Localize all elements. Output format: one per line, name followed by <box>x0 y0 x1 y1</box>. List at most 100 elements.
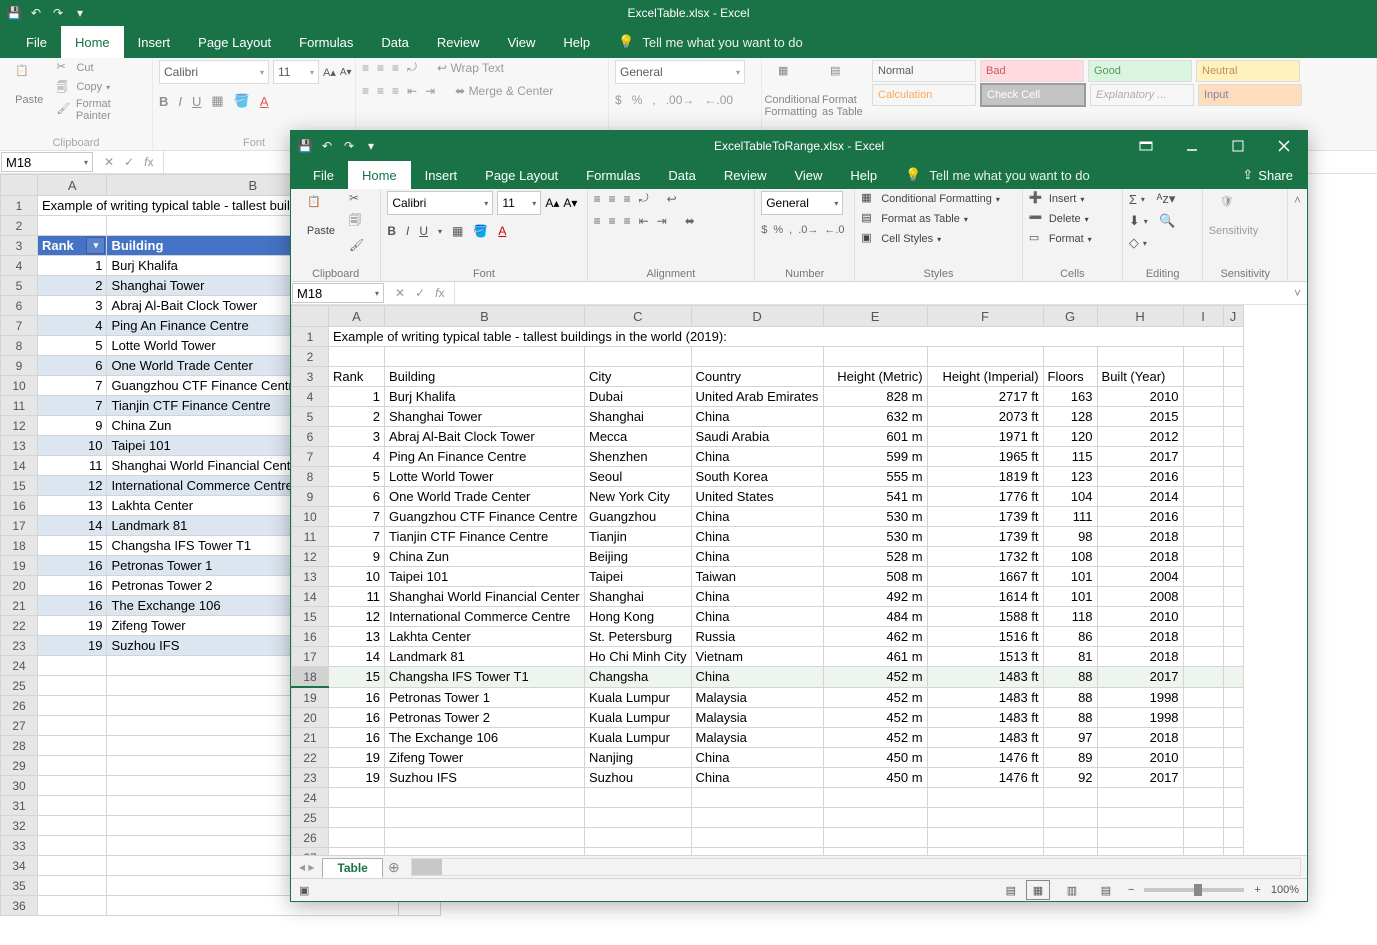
cell[interactable]: 6 <box>38 356 107 376</box>
cell[interactable]: City <box>585 367 692 387</box>
row-header[interactable]: 15 <box>1 476 38 496</box>
row-header[interactable]: 10 <box>292 507 329 527</box>
cell[interactable]: 4 <box>38 316 107 336</box>
cell[interactable]: 1776 ft <box>927 487 1043 507</box>
row-header[interactable]: 32 <box>1 816 38 836</box>
display-settings-icon[interactable]: ▤ <box>1006 884 1016 897</box>
row-header[interactable]: 14 <box>1 456 38 476</box>
number-format-select[interactable]: General▾ <box>615 60 745 84</box>
cell[interactable]: United Arab Emirates <box>691 387 823 407</box>
cell[interactable]: 2073 ft <box>927 407 1043 427</box>
style-input[interactable]: Input <box>1198 84 1302 106</box>
cell[interactable]: Building <box>385 367 585 387</box>
cell[interactable] <box>585 347 692 367</box>
align-mid-icon[interactable]: ≡ <box>609 192 616 206</box>
cell[interactable]: 2014 <box>1097 487 1183 507</box>
cell[interactable]: 1476 ft <box>927 748 1043 768</box>
cell[interactable] <box>38 876 107 896</box>
row-header[interactable]: 29 <box>1 756 38 776</box>
row-header[interactable]: 4 <box>1 256 38 276</box>
cell[interactable]: 484 m <box>823 607 927 627</box>
cell[interactable]: 128 <box>1043 407 1097 427</box>
inc-dec-icon[interactable]: .0→ <box>798 224 818 236</box>
row-header[interactable]: 31 <box>1 796 38 816</box>
cell[interactable] <box>691 828 823 848</box>
cell[interactable] <box>1043 788 1097 808</box>
cell[interactable] <box>1043 828 1097 848</box>
style-normal[interactable]: Normal <box>872 60 976 82</box>
border-button[interactable]: ▦ <box>452 224 463 238</box>
fill-icon[interactable]: ⬇ <box>1129 213 1140 229</box>
cell[interactable] <box>1223 427 1243 447</box>
cell[interactable] <box>823 828 927 848</box>
row-header[interactable]: 5 <box>1 276 38 296</box>
wrap-text-button[interactable]: ↩ Wrap Text <box>437 61 504 75</box>
cell[interactable]: 1667 ft <box>927 567 1043 587</box>
align-mid-icon[interactable]: ≡ <box>377 61 384 75</box>
row-header[interactable]: 35 <box>1 876 38 896</box>
cell[interactable]: 86 <box>1043 627 1097 647</box>
cell[interactable] <box>38 716 107 736</box>
cell[interactable] <box>585 788 692 808</box>
accept-formula-icon[interactable]: ✓ <box>415 286 425 300</box>
tab-review[interactable]: Review <box>423 26 494 58</box>
cell[interactable] <box>385 347 585 367</box>
cell[interactable] <box>1183 607 1223 627</box>
cell[interactable]: Height (Metric) <box>823 367 927 387</box>
cell[interactable]: Shanghai World Financial Center <box>385 587 585 607</box>
cell[interactable]: 530 m <box>823 527 927 547</box>
row-header[interactable]: 16 <box>1 496 38 516</box>
font-name-select[interactable]: Calibri▾ <box>159 60 269 84</box>
col-header[interactable]: A <box>329 306 385 327</box>
cell[interactable]: 16 <box>38 556 107 576</box>
cell[interactable]: 1 <box>329 387 385 407</box>
cell[interactable]: 12 <box>329 607 385 627</box>
row-header[interactable]: 1 <box>292 327 329 347</box>
cell[interactable]: 1998 <box>1097 708 1183 728</box>
cell[interactable]: St. Petersburg <box>585 627 692 647</box>
cell[interactable]: 92 <box>1043 768 1097 788</box>
cell[interactable]: 1965 ft <box>927 447 1043 467</box>
cell[interactable]: 2010 <box>1097 387 1183 407</box>
close-button[interactable] <box>1261 131 1307 161</box>
italic-button[interactable]: I <box>406 224 409 238</box>
cell[interactable] <box>1223 467 1243 487</box>
font-color-button[interactable]: A <box>498 224 506 238</box>
cell[interactable]: 13 <box>38 496 107 516</box>
cell[interactable] <box>1223 748 1243 768</box>
cell[interactable]: 1483 ft <box>927 728 1043 748</box>
align-bot-icon[interactable]: ≡ <box>392 61 399 75</box>
cell[interactable] <box>1223 828 1243 848</box>
cell[interactable]: 1588 ft <box>927 607 1043 627</box>
cell[interactable]: 2018 <box>1097 527 1183 547</box>
row-header[interactable]: 9 <box>292 487 329 507</box>
cell[interactable]: 1732 ft <box>927 547 1043 567</box>
cell[interactable] <box>1097 347 1183 367</box>
filter-dropdown-icon[interactable]: ▾ <box>86 237 105 254</box>
cell[interactable] <box>585 828 692 848</box>
cell[interactable] <box>1223 447 1243 467</box>
cell[interactable] <box>38 816 107 836</box>
tab-formulas[interactable]: Formulas <box>572 161 654 189</box>
copy-icon[interactable]: 🗐 <box>349 211 364 232</box>
cell[interactable]: 450 m <box>823 768 927 788</box>
cell[interactable]: China <box>691 527 823 547</box>
bold-button[interactable]: B <box>387 224 396 238</box>
fx-icon[interactable]: fx <box>435 286 444 300</box>
row-header[interactable]: 12 <box>1 416 38 436</box>
row-header[interactable]: 2 <box>1 216 38 236</box>
orient-icon[interactable]: ⤾ <box>407 60 417 75</box>
cell[interactable]: Rank <box>329 367 385 387</box>
percent-icon[interactable]: % <box>632 93 643 107</box>
cell[interactable] <box>1183 587 1223 607</box>
cell[interactable]: 601 m <box>823 427 927 447</box>
row-header[interactable]: 24 <box>1 656 38 676</box>
cell[interactable]: 3 <box>38 296 107 316</box>
cell[interactable]: China <box>691 507 823 527</box>
cell[interactable] <box>691 808 823 828</box>
cell[interactable] <box>927 347 1043 367</box>
redo-icon[interactable]: ↷ <box>341 138 357 154</box>
zoom-slider[interactable] <box>1144 888 1244 892</box>
cell[interactable] <box>1183 748 1223 768</box>
paste-button[interactable]: 📋Paste <box>6 60 52 110</box>
